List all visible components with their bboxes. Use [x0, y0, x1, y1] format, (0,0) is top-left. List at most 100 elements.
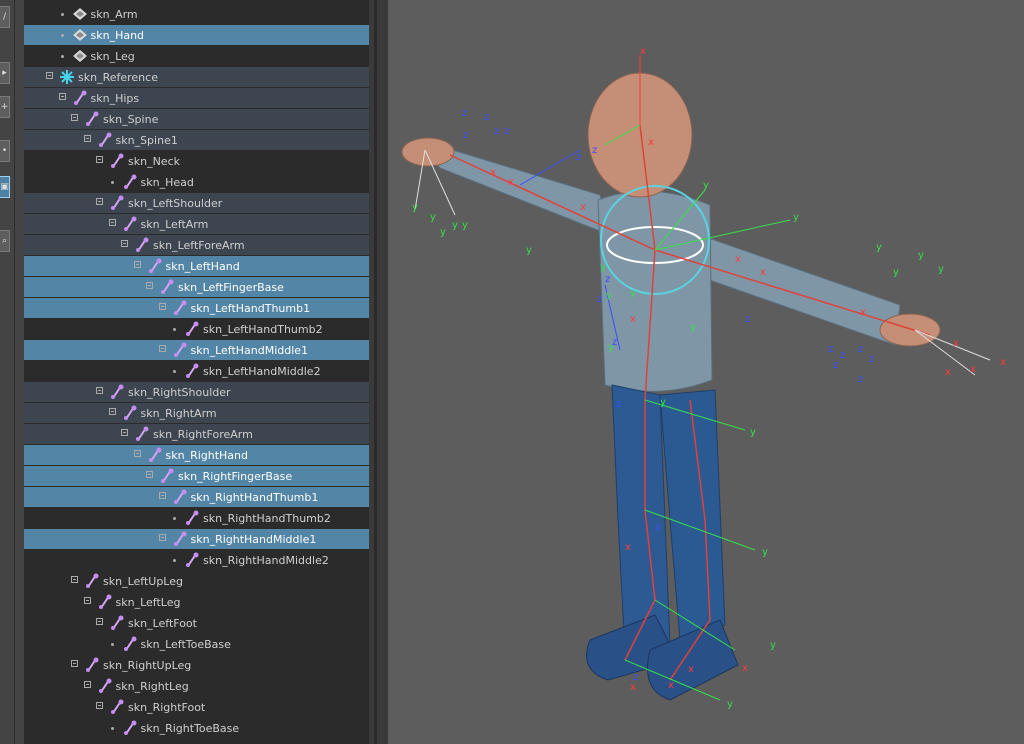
x-axis-label: x [970, 364, 976, 375]
outliner-row[interactable]: skn_Neck [24, 151, 369, 171]
outliner-row[interactable]: skn_Leg [24, 46, 369, 66]
outliner-row[interactable]: skn_LeftShoulder [24, 193, 369, 213]
collapse-toggle-icon[interactable] [83, 597, 91, 604]
outliner-row[interactable]: skn_LeftHandMiddle2 [24, 361, 369, 381]
outliner-row[interactable]: skn_LeftHandMiddle1 [24, 340, 369, 360]
right-leg-mesh [659, 389, 726, 641]
z-axis-label: z [576, 152, 581, 163]
outliner-row[interactable]: skn_LeftHand [24, 256, 369, 276]
collapse-toggle-icon[interactable] [121, 429, 128, 436]
left-hand-mesh [401, 137, 455, 167]
collapse-toggle-icon[interactable] [96, 702, 103, 709]
joint-icon [161, 279, 174, 294]
outliner-item-label: skn_RightHandMiddle2 [203, 554, 329, 567]
x-axis-label: x [630, 314, 636, 325]
outliner-row[interactable]: skn_LeftToeBase [24, 634, 369, 654]
joint-icon [123, 174, 136, 189]
collapse-toggle-icon[interactable] [71, 576, 78, 583]
outliner-row[interactable]: skn_RightHandThumb2 [24, 508, 369, 528]
outliner-item-label: skn_LeftHandThumb1 [190, 302, 311, 315]
y-axis-label: y [412, 202, 418, 213]
collapse-toggle-icon[interactable] [158, 492, 166, 499]
collapse-toggle-icon[interactable] [96, 198, 103, 205]
collapse-toggle-icon[interactable] [121, 240, 128, 247]
collapse-toggle-icon[interactable] [58, 93, 66, 100]
outliner-item-label: skn_LeftArm [140, 218, 209, 231]
collapse-toggle-icon[interactable] [158, 303, 166, 310]
outliner-row[interactable]: skn_LeftArm [24, 214, 369, 234]
collapse-toggle-icon[interactable] [108, 408, 116, 415]
z-axis-label: z [494, 126, 499, 137]
x-axis-label: x [625, 542, 631, 553]
outliner-row[interactable]: skn_LeftHandThumb2 [24, 319, 369, 339]
outliner-row[interactable]: skn_RightToeBase [24, 718, 369, 738]
leaf-dot-icon [60, 55, 64, 58]
outliner-row[interactable]: skn_RightHandThumb1 [24, 487, 369, 507]
z-axis-label: z [633, 672, 638, 683]
outliner-row[interactable]: skn_Spine [24, 109, 369, 129]
outliner-row[interactable]: skn_Hips [24, 88, 369, 108]
outliner-row[interactable]: skn_RightArm [24, 403, 369, 423]
outliner-row[interactable]: skn_LeftForeArm [24, 235, 369, 255]
outliner-row[interactable]: skn_RightHandMiddle1 [24, 529, 369, 549]
outliner-row[interactable]: skn_Head [24, 172, 369, 192]
outliner-row[interactable]: skn_RightFoot [24, 697, 369, 717]
outliner-row[interactable]: skn_LeftFoot [24, 613, 369, 633]
move-tool-icon[interactable]: + [0, 96, 10, 118]
rotate-tool-icon[interactable]: • [0, 140, 10, 162]
collapse-toggle-icon[interactable] [96, 156, 103, 163]
3d-viewport[interactable]: xxxxxxxxxxxxxxxxxxyyyyyyyyyyyyyyyyyyyyyy… [388, 0, 1024, 744]
collapse-toggle-icon[interactable] [83, 135, 91, 142]
collapse-toggle-icon[interactable] [133, 450, 141, 457]
outliner-row[interactable]: skn_Hand [24, 25, 369, 45]
outliner-row[interactable]: skn_RightForeArm [24, 424, 369, 444]
y-axis-label: y [893, 267, 899, 278]
outliner-item-label: skn_RightHand [165, 449, 249, 462]
collapse-toggle-icon[interactable] [71, 660, 78, 667]
brush-icon[interactable]: / [0, 6, 10, 28]
outliner-row[interactable]: skn_RightShoulder [24, 382, 369, 402]
collapse-toggle-icon[interactable] [158, 534, 166, 541]
outliner-row[interactable]: skn_RightHand [24, 445, 369, 465]
x-axis-label: x [630, 682, 636, 693]
y-axis-label: y [452, 220, 458, 231]
collapse-toggle-icon[interactable] [146, 282, 153, 289]
collapse-toggle-icon[interactable] [133, 261, 141, 268]
outliner-row[interactable]: skn_LeftUpLeg [24, 571, 369, 591]
outliner-row[interactable]: skn_LeftHandThumb1 [24, 298, 369, 318]
outliner-row[interactable]: skn_RightLeg [24, 676, 369, 696]
joint-icon [98, 132, 111, 147]
panel-splitter[interactable] [369, 0, 388, 744]
collapse-toggle-icon[interactable] [96, 387, 103, 394]
outliner-row[interactable]: skn_Reference [24, 67, 369, 87]
select-arrow-icon[interactable]: ▸ [0, 62, 10, 84]
z-axis-label: z [840, 350, 845, 361]
collapse-toggle-icon[interactable] [46, 72, 53, 79]
collapse-toggle-icon[interactable] [96, 618, 103, 625]
camera-icon[interactable]: ▣ [0, 176, 10, 198]
collapse-toggle-icon[interactable] [71, 114, 78, 121]
outliner-row[interactable]: skn_Arm [24, 4, 369, 24]
collapse-toggle-icon[interactable] [158, 345, 166, 352]
collapse-toggle-icon[interactable] [108, 219, 116, 226]
outliner-row[interactable]: skn_RightUpLeg [24, 655, 369, 675]
outliner-row[interactable]: skn_RightFingerBase [24, 466, 369, 486]
outliner-row[interactable]: skn_RightHandMiddle2 [24, 550, 369, 570]
outliner-row[interactable]: skn_LeftLeg [24, 592, 369, 612]
outliner-row[interactable]: skn_LeftFingerBase [24, 277, 369, 297]
outliner-item-label: skn_Spine1 [115, 134, 178, 147]
viewport-canvas[interactable]: xxxxxxxxxxx xxxx xx xyyyyyyyyyyyy yyyyyyyyyy… [388, 0, 1024, 744]
leaf-dot-icon [173, 559, 176, 562]
joint-icon [86, 573, 99, 588]
y-axis-label: y [430, 212, 436, 223]
x-axis-label: x [668, 680, 674, 691]
y-axis-label: y [440, 227, 446, 238]
x-axis-label: x [508, 177, 514, 188]
magnifier-icon[interactable]: ⌕ [0, 230, 10, 252]
outliner-item-label: skn_RightUpLeg [103, 659, 192, 672]
collapse-toggle-icon[interactable] [83, 681, 91, 688]
outliner-row[interactable]: skn_Spine1 [24, 130, 369, 150]
outliner-item-label: skn_Arm [90, 8, 138, 21]
collapse-toggle-icon[interactable] [146, 471, 153, 478]
joint-icon [111, 615, 124, 630]
